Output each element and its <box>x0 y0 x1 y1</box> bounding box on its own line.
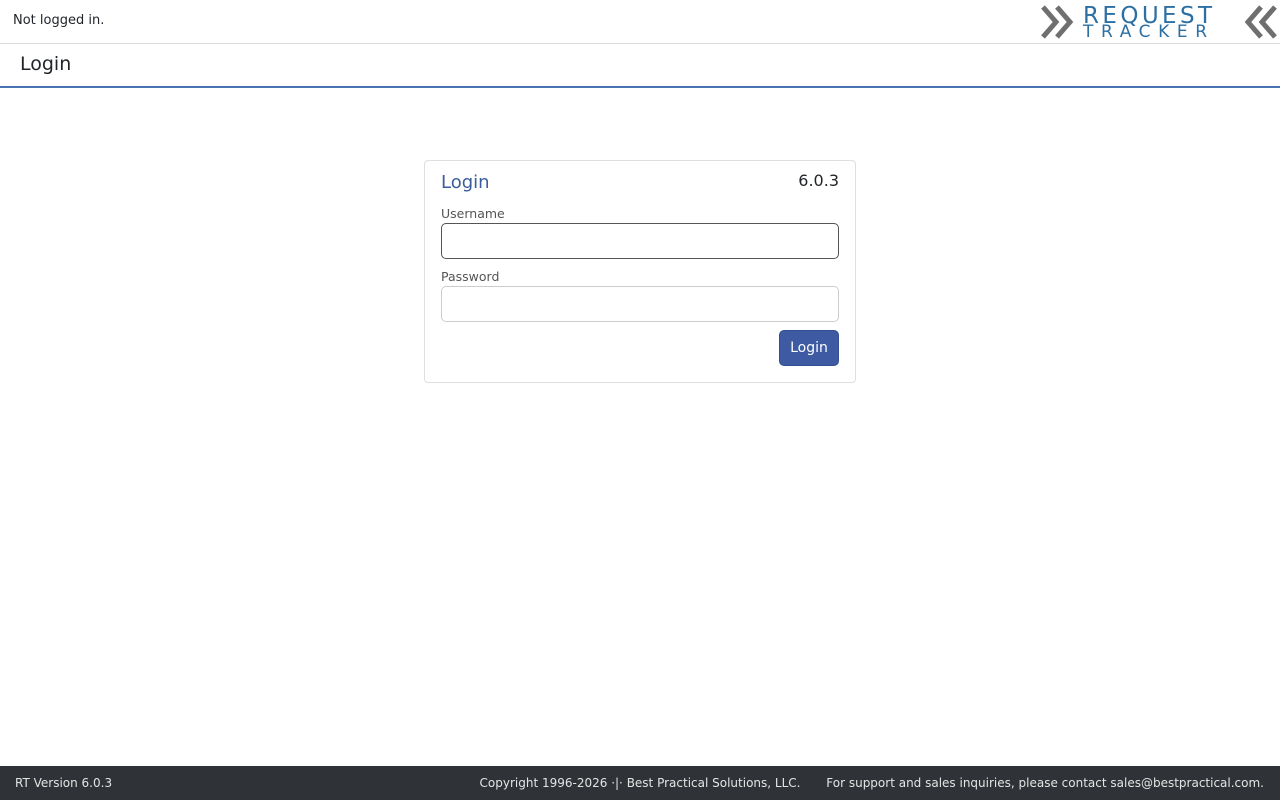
top-bar: Not logged in. REQUEST TRACKER <box>0 0 1280 44</box>
page-header: Login <box>0 45 1280 88</box>
login-button[interactable]: Login <box>779 330 839 366</box>
username-input[interactable] <box>441 223 839 259</box>
version-number: 6.0.3 <box>798 171 839 190</box>
page-title: Login <box>20 53 72 75</box>
login-card-title: Login <box>441 172 490 193</box>
login-card: Login 6.0.3 Username Password Login <box>424 160 856 383</box>
chevron-double-right-icon <box>1041 5 1074 39</box>
chevron-double-left-icon <box>1244 5 1277 39</box>
password-input[interactable] <box>441 286 839 322</box>
request-tracker-logo[interactable]: REQUEST TRACKER <box>1040 3 1278 41</box>
footer-support-text: For support and sales inquiries, please … <box>826 776 1264 790</box>
password-label: Password <box>441 269 500 284</box>
footer: RT Version 6.0.3 Copyright 1996-2026 ·|·… <box>0 766 1280 800</box>
logo-text-tracker: TRACKER <box>1083 22 1215 42</box>
username-label: Username <box>441 206 505 221</box>
login-status: Not logged in. <box>13 13 105 28</box>
